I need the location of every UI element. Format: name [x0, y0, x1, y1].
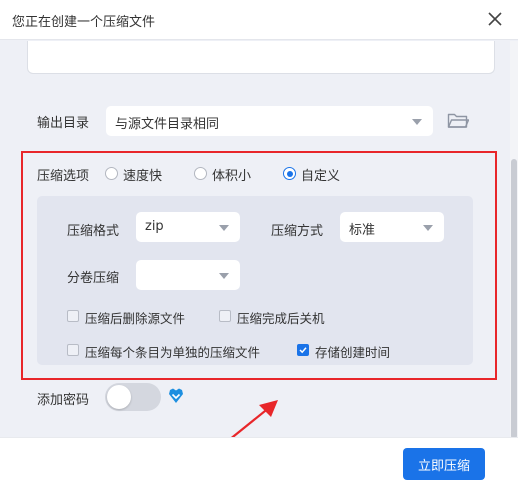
radio-size[interactable]	[194, 167, 207, 180]
format-label: 压缩格式	[67, 224, 120, 239]
method-label: 压缩方式	[271, 224, 324, 239]
method-value: 标准	[349, 223, 376, 238]
scrollbar-thumb[interactable]	[511, 159, 517, 439]
checkbox-separate-archives[interactable]	[67, 344, 79, 356]
output-dir-label: 输出目录	[37, 116, 90, 131]
radio-custom[interactable]	[283, 167, 296, 180]
split-label: 分卷压缩	[67, 271, 120, 286]
checkbox-delete-source[interactable]	[67, 310, 79, 322]
toggle-knob	[107, 385, 131, 409]
checkbox-store-ctime[interactable]	[297, 344, 309, 356]
checkbox-shutdown[interactable]	[219, 310, 231, 322]
file-name-input[interactable]	[27, 41, 495, 74]
dialog-footer: 立即压缩	[0, 437, 518, 487]
checkmark-icon	[299, 347, 307, 354]
split-select[interactable]	[136, 260, 240, 290]
radio-custom-label: 自定义	[301, 169, 341, 184]
dialog-title: 您正在创建一个压缩文件	[12, 15, 156, 30]
checkbox-delete-source-label: 压缩后删除源文件	[85, 311, 186, 326]
output-dir-value: 与源文件目录相同	[115, 117, 220, 132]
radio-size-label: 体积小	[212, 169, 252, 184]
folder-icon[interactable]	[447, 111, 469, 129]
format-select[interactable]: zip	[136, 212, 240, 242]
password-toggle[interactable]	[105, 383, 161, 411]
checkbox-shutdown-label: 压缩完成后关机	[237, 311, 325, 326]
dialog-content: 输出目录 与源文件目录相同 压缩选项 速度快 体积小 自定义 压缩格式 zip …	[0, 41, 510, 462]
chevron-down-icon	[423, 225, 433, 231]
radio-speed[interactable]	[105, 167, 118, 180]
title-bar: 您正在创建一个压缩文件	[0, 0, 518, 40]
checkbox-store-ctime-label: 存储创建时间	[315, 345, 391, 360]
compression-options-label: 压缩选项	[37, 169, 90, 184]
close-icon[interactable]	[486, 10, 504, 28]
compress-now-button[interactable]: 立即压缩	[403, 448, 485, 480]
radio-speed-label: 速度快	[123, 169, 163, 184]
checkbox-separate-archives-label: 压缩每个条目为单独的压缩文件	[85, 345, 261, 360]
vip-crown-icon	[169, 388, 183, 403]
format-value: zip	[145, 219, 164, 234]
method-select[interactable]: 标准	[340, 212, 444, 242]
create-archive-dialog: 您正在创建一个压缩文件 输出目录 与源文件目录相同 压缩选项 速度快 体积小 自…	[0, 0, 518, 487]
password-label: 添加密码	[37, 393, 90, 408]
chevron-down-icon	[219, 273, 229, 279]
scrollbar[interactable]	[510, 41, 518, 439]
output-dir-select[interactable]: 与源文件目录相同	[106, 106, 433, 136]
chevron-down-icon	[412, 119, 422, 125]
chevron-down-icon	[219, 225, 229, 231]
